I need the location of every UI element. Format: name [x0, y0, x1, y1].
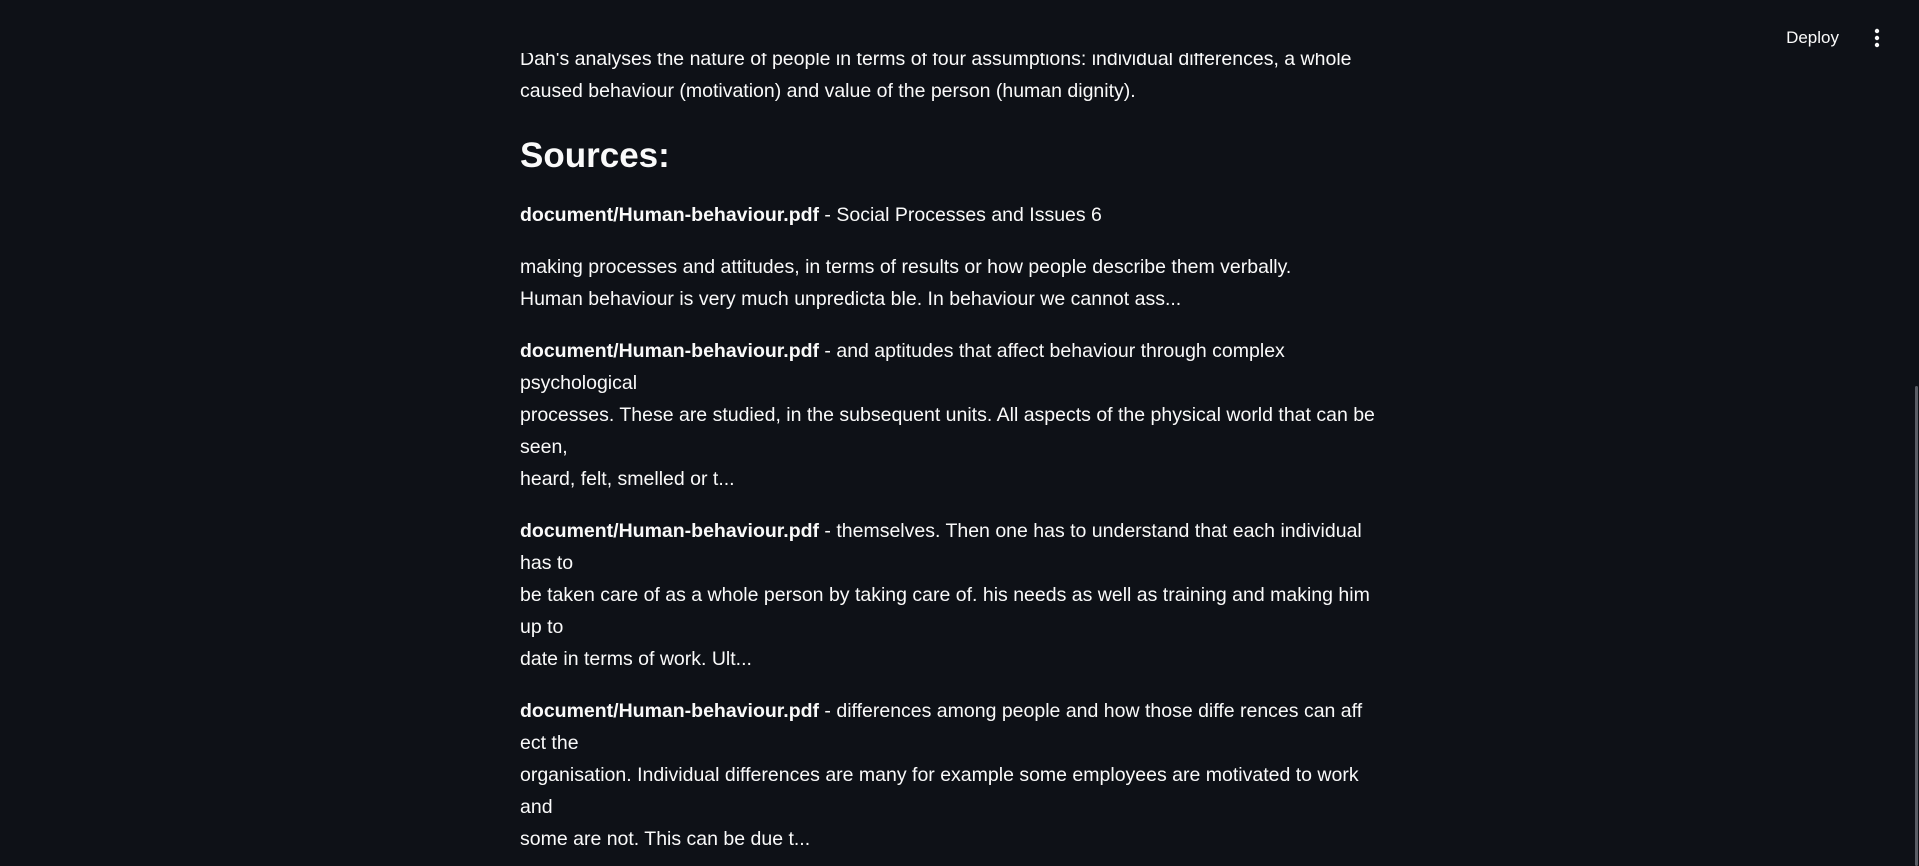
vertical-ellipsis-icon[interactable] [1863, 24, 1891, 52]
app-root: Deploy Dah's analyses the nature of peop… [0, 0, 1919, 866]
source-snippet: heard, felt, smelled or t... [520, 468, 735, 490]
source-snippet: date in terms of work. Ult... [520, 648, 752, 670]
source-snippet: - Social Processes and Issues 6 [819, 204, 1102, 226]
answer-line: caused behaviour (motivation) and value … [520, 80, 1136, 102]
source-item: document/Human-behaviour.pdf - and aptit… [520, 335, 1390, 495]
source-snippet: processes. These are studied, in the sub… [520, 404, 1375, 458]
source-item: document/Human-behaviour.pdf - differenc… [520, 695, 1390, 855]
source-snippet: Human behaviour is very much unpredicta … [520, 288, 1182, 310]
scrollbar-thumb[interactable] [1915, 386, 1918, 866]
source-line: document/Human-behaviour.pdf - themselve… [520, 515, 1390, 579]
source-snippet: organisation. Individual differences are… [520, 764, 1359, 818]
answer-text: Dah's analyses the nature of people in t… [520, 53, 1390, 107]
deploy-button[interactable]: Deploy [1774, 20, 1851, 56]
scrollbar[interactable] [1913, 0, 1919, 866]
source-line: document/Human-behaviour.pdf - differenc… [520, 695, 1390, 759]
answer-line-clipped: Dah's analyses the nature of people in t… [520, 53, 1352, 70]
source-line: document/Human-behaviour.pdf - and aptit… [520, 335, 1390, 399]
source-line: document/Human-behaviour.pdf - Social Pr… [520, 199, 1390, 231]
source-filename: document/Human-behaviour.pdf [520, 204, 820, 226]
source-snippet: making processes and attitudes, in terms… [520, 256, 1292, 278]
source-filename: document/Human-behaviour.pdf [520, 340, 820, 362]
source-snippet: be taken care of as a whole person by ta… [520, 584, 1370, 638]
source-item: making processes and attitudes, in terms… [520, 251, 1390, 315]
source-filename: document/Human-behaviour.pdf [520, 520, 820, 542]
source-filename: document/Human-behaviour.pdf [520, 700, 820, 722]
source-snippet: some are not. This can be due t... [520, 828, 811, 850]
sources-heading: Sources: [520, 136, 670, 175]
main-content: Dah's analyses the nature of people in t… [520, 53, 1390, 866]
source-item: document/Human-behaviour.pdf - themselve… [520, 515, 1390, 675]
top-header: Deploy [1774, 0, 1919, 76]
source-item: document/Human-behaviour.pdf - Social Pr… [520, 199, 1390, 231]
